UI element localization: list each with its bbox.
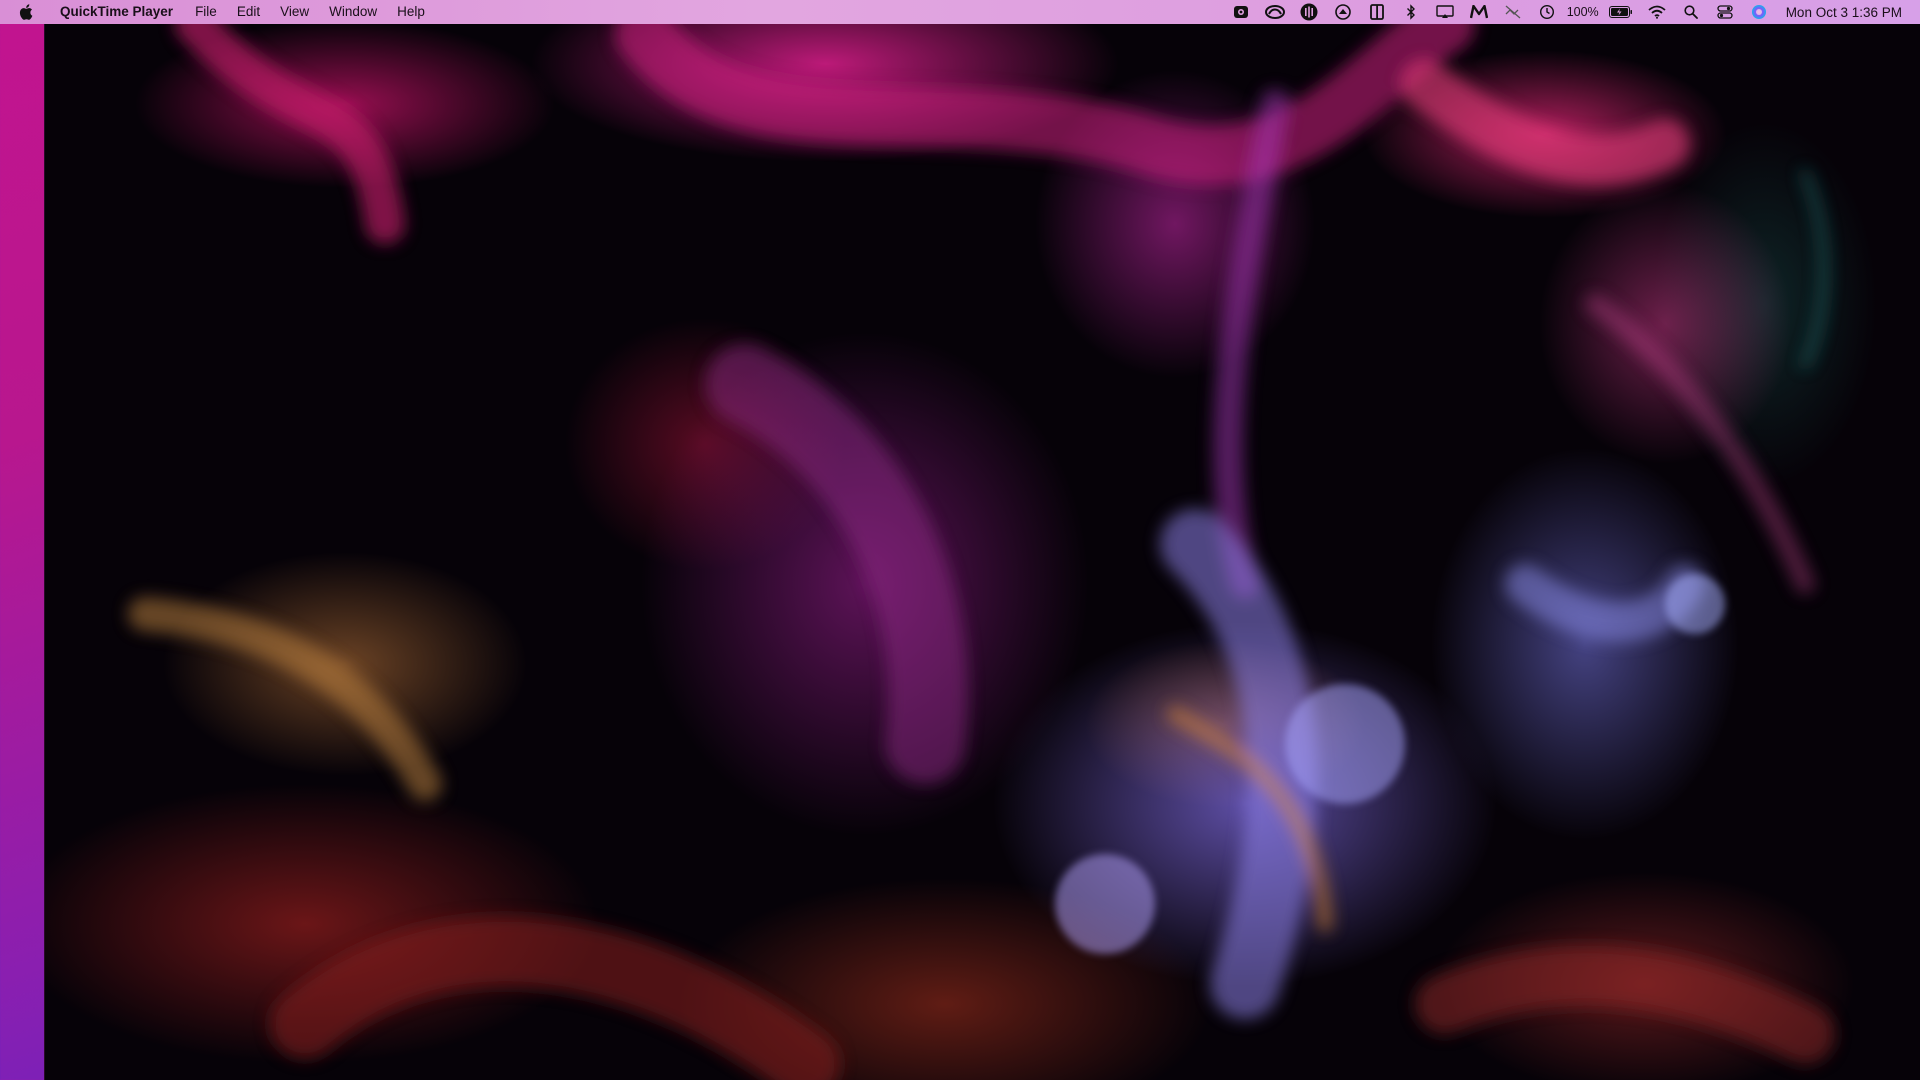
control-center-icon[interactable] xyxy=(1714,0,1736,24)
siri-icon[interactable] xyxy=(1748,0,1770,24)
spotlight-search-icon[interactable] xyxy=(1680,0,1702,24)
quicktime-video-window[interactable] xyxy=(44,24,1920,1080)
battery-icon[interactable] xyxy=(1608,0,1634,24)
creative-cloud-icon[interactable] xyxy=(1264,0,1286,24)
menu-window[interactable]: Window xyxy=(319,0,387,24)
menu-bar: QuickTime Player File Edit View Window H… xyxy=(0,0,1920,24)
screen-record-icon[interactable] xyxy=(1230,0,1252,24)
audio-app-icon[interactable] xyxy=(1298,0,1320,24)
app-menu-quicktime[interactable]: QuickTime Player xyxy=(52,0,185,24)
apple-menu-icon[interactable] xyxy=(18,0,34,24)
mute-icon[interactable] xyxy=(1502,0,1524,24)
menu-view[interactable]: View xyxy=(270,0,319,24)
video-frame[interactable] xyxy=(45,24,1920,1080)
wifi-icon[interactable] xyxy=(1646,0,1668,24)
menu-help[interactable]: Help xyxy=(387,0,435,24)
menu-bar-clock[interactable]: Mon Oct 3 1:36 PM xyxy=(1786,5,1902,20)
display-mirror-icon[interactable] xyxy=(1434,0,1456,24)
bluetooth-icon[interactable] xyxy=(1400,0,1422,24)
menu-file[interactable]: File xyxy=(185,0,227,24)
menu-bar-status-area: 100% Mon Oct 3 1:36 PM xyxy=(1224,0,1920,24)
battery-percentage: 100% xyxy=(1566,5,1599,19)
menu-bar-left: QuickTime Player File Edit View Window H… xyxy=(0,0,435,24)
time-machine-icon[interactable] xyxy=(1536,0,1558,24)
m-app-icon[interactable] xyxy=(1468,0,1490,24)
video-smoke-overlay xyxy=(128,24,1835,1080)
caret-app-icon[interactable] xyxy=(1332,0,1354,24)
menu-edit[interactable]: Edit xyxy=(227,0,270,24)
reader-icon[interactable] xyxy=(1366,0,1388,24)
